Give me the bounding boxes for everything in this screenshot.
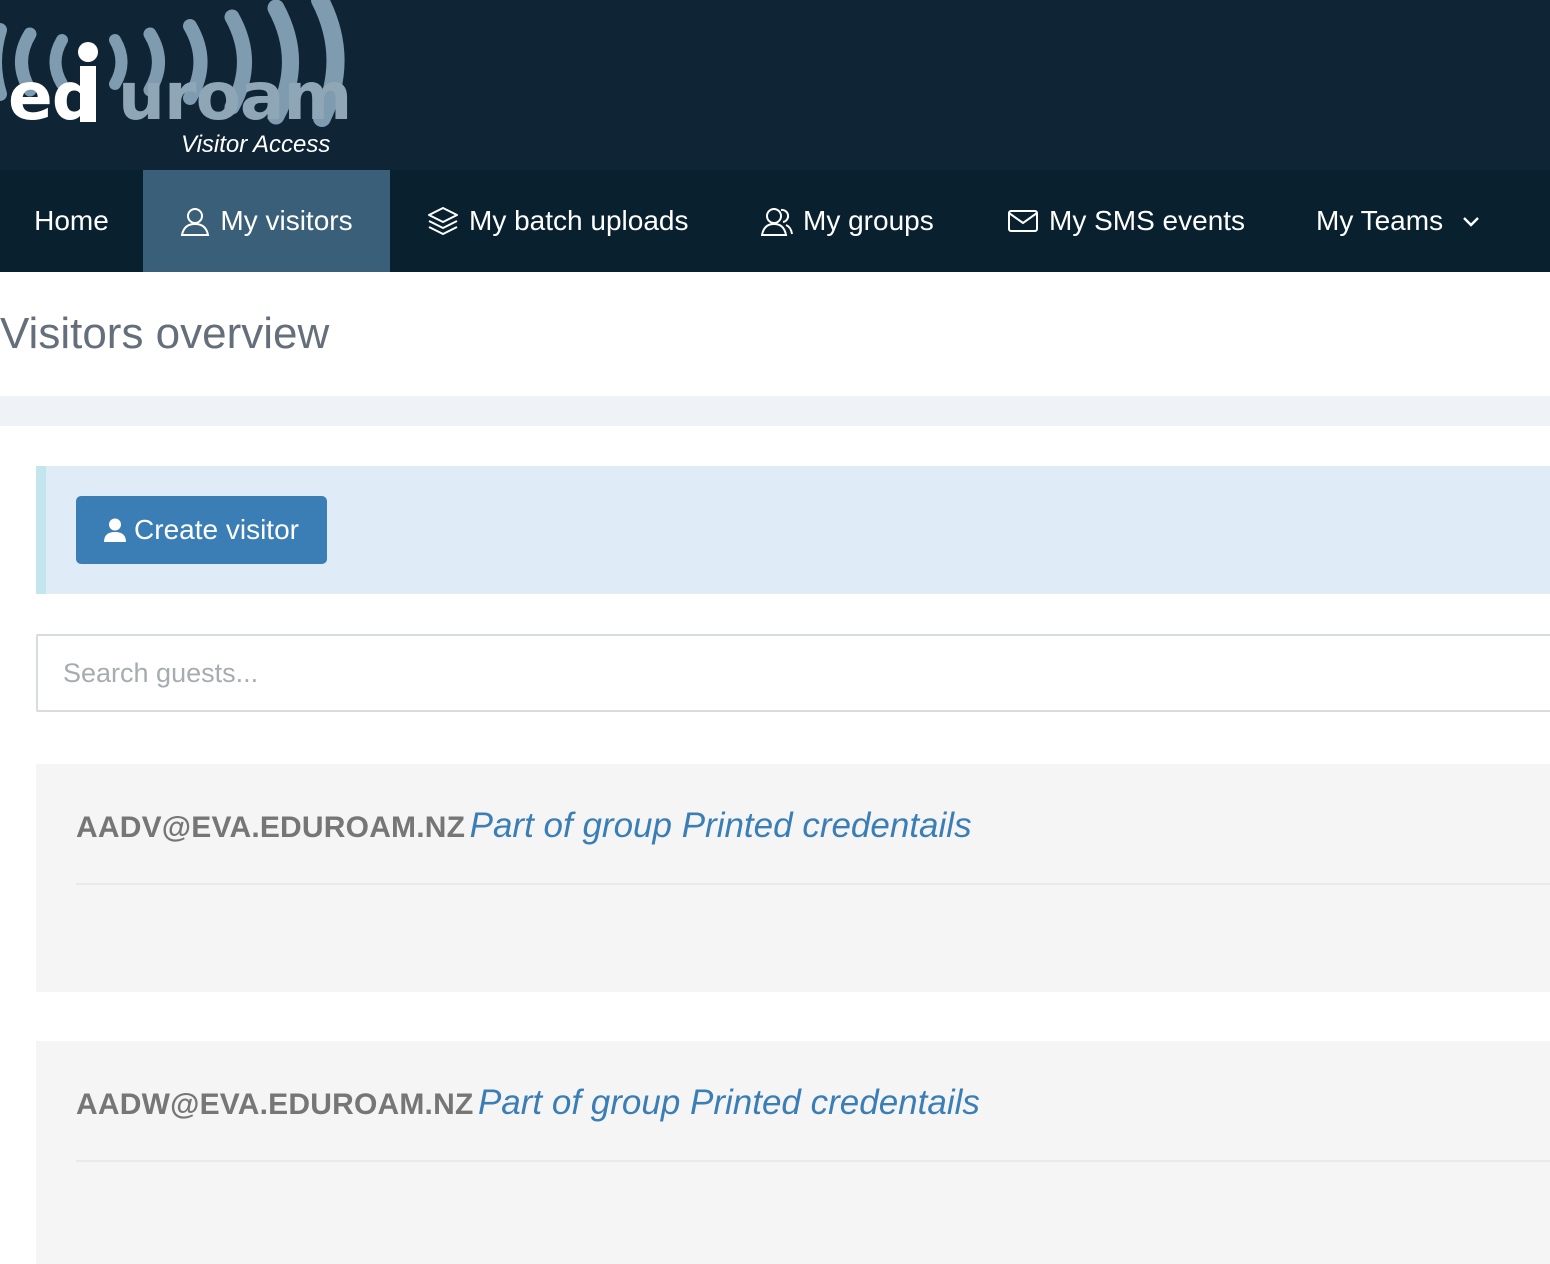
- eduroam-logo[interactable]: ed uroam Visitor Access: [0, 0, 360, 170]
- title-divider-band: [0, 396, 1550, 426]
- nav-my-groups-label: My groups: [803, 205, 934, 236]
- create-visitor-label: Create visitor: [134, 514, 299, 545]
- site-header: ed uroam Visitor Access: [0, 0, 1550, 170]
- main-nav: Home My visitors My batch uploads My gro…: [0, 170, 1550, 272]
- nav-my-visitors-label: My visitors: [220, 205, 353, 236]
- visitor-card: AADV@EVA.EDUROAM.NZ Part of group Printe…: [36, 764, 1550, 992]
- nav-my-teams-label: My Teams: [1316, 205, 1444, 236]
- page-title: Visitors overview: [0, 309, 330, 358]
- card-divider: [76, 883, 1550, 885]
- visitor-group-link[interactable]: Part of group Printed credentails: [478, 1083, 980, 1122]
- search-guests-input[interactable]: [36, 634, 1550, 712]
- nav-my-teams[interactable]: My Teams: [1316, 170, 1481, 272]
- nav-my-sms-events[interactable]: My SMS events: [1007, 170, 1245, 272]
- nav-my-groups[interactable]: My groups: [761, 170, 934, 272]
- nav-my-sms-events-label: My SMS events: [1049, 205, 1246, 236]
- logo-subtitle: Visitor Access: [181, 131, 331, 158]
- visitor-id: AADV@EVA.EDUROAM.NZ: [76, 811, 466, 844]
- visitor-card: AADW@EVA.EDUROAM.NZ Part of group Printe…: [36, 1041, 1550, 1264]
- user-icon: [181, 208, 210, 236]
- logo-wordmark: ed uroam: [8, 58, 352, 135]
- users-icon: [761, 208, 793, 236]
- visitor-card-heading: AADW@EVA.EDUROAM.NZ Part of group Printe…: [76, 1081, 980, 1132]
- visitor-card-heading: AADV@EVA.EDUROAM.NZ Part of group Printe…: [76, 804, 972, 855]
- chevron-down-icon: [1463, 217, 1479, 227]
- nav-my-visitors[interactable]: My visitors: [143, 170, 390, 272]
- nav-home-label: Home: [34, 205, 109, 236]
- card-divider: [76, 1160, 1550, 1162]
- create-visitor-button[interactable]: Create visitor: [76, 496, 327, 564]
- nav-my-batch-uploads[interactable]: My batch uploads: [427, 170, 688, 272]
- nav-home[interactable]: Home: [0, 170, 143, 272]
- nav-my-batch-uploads-label: My batch uploads: [469, 205, 689, 236]
- visitor-id: AADW@EVA.EDUROAM.NZ: [76, 1088, 474, 1121]
- visitor-group-link[interactable]: Part of group Printed credentails: [470, 806, 972, 845]
- envelope-icon: [1008, 210, 1038, 232]
- layers-icon: [428, 207, 458, 235]
- user-solid-icon: [104, 518, 127, 542]
